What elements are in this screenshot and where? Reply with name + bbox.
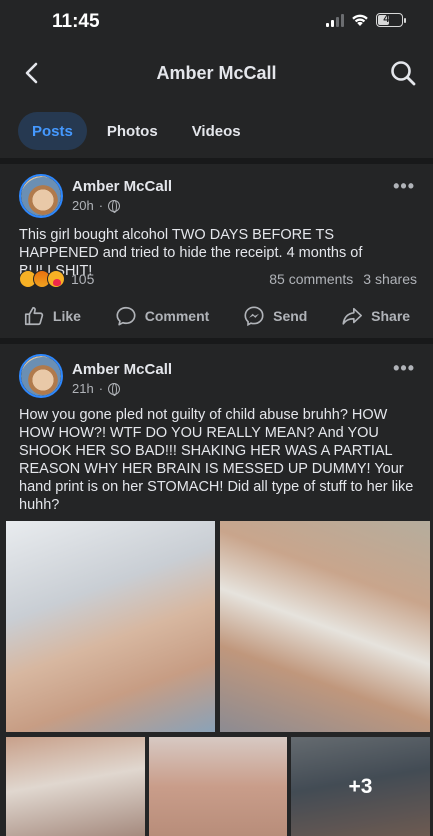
comments-count[interactable]: 85 comments: [269, 271, 353, 287]
care-reaction-icon: [47, 270, 65, 288]
post-actions: Like Comment Send Share: [0, 296, 433, 336]
shares-count[interactable]: 3 shares: [363, 271, 417, 287]
battery-icon: 43: [376, 13, 406, 27]
cellular-signal-icon: [326, 13, 344, 27]
status-bar: 11:45 43: [0, 0, 433, 46]
post: Amber McCall 20h · ••• This girl bought …: [0, 164, 433, 338]
wifi-icon: [352, 14, 368, 26]
tab-posts[interactable]: Posts: [18, 112, 87, 150]
like-button[interactable]: Like: [23, 305, 81, 327]
comment-label: Comment: [144, 308, 210, 324]
more-options-button[interactable]: •••: [393, 176, 415, 197]
reaction-summary[interactable]: 105: [19, 270, 94, 288]
post-photo[interactable]: [149, 737, 287, 836]
thumbs-up-icon: [24, 306, 44, 326]
comment-button[interactable]: Comment: [115, 305, 210, 327]
messenger-icon: [244, 306, 264, 327]
status-time: 11:45: [52, 11, 100, 32]
post-text: How you gone pled not guilty of child ab…: [19, 407, 414, 513]
search-button[interactable]: [389, 59, 417, 87]
post-meta: 21h ·: [72, 381, 121, 396]
tab-videos[interactable]: Videos: [178, 112, 255, 150]
post-stats: 85 comments 3 shares: [269, 271, 417, 287]
reaction-count: 105: [71, 271, 95, 287]
top-bar: Amber McCall: [0, 46, 433, 102]
more-options-button[interactable]: •••: [393, 358, 415, 379]
post-meta: 20h ·: [72, 198, 121, 213]
share-label: Share: [371, 308, 411, 324]
like-label: Like: [52, 308, 81, 324]
avatar[interactable]: [19, 174, 63, 218]
share-arrow-icon: [342, 307, 363, 325]
post-photo[interactable]: [6, 521, 215, 732]
search-icon: [391, 61, 416, 86]
send-button[interactable]: Send: [243, 305, 307, 327]
avatar[interactable]: [19, 354, 63, 398]
more-photos-count: +3: [291, 737, 430, 836]
profile-tabs: Posts Photos Videos: [0, 110, 433, 152]
post-time[interactable]: 21h: [72, 381, 94, 396]
post-photo[interactable]: [6, 737, 145, 836]
post-photo[interactable]: [220, 521, 430, 732]
page-title: Amber McCall: [156, 63, 277, 83]
battery-level: 43: [383, 13, 396, 25]
comment-icon: [116, 306, 136, 326]
globe-icon: [108, 382, 121, 396]
post: Amber McCall 21h · ••• How you gone pled…: [0, 344, 433, 836]
tab-photos[interactable]: Photos: [93, 112, 172, 150]
share-button[interactable]: Share: [341, 305, 410, 327]
send-label: Send: [273, 308, 308, 324]
post-time[interactable]: 20h: [72, 198, 94, 213]
post-author[interactable]: Amber McCall: [72, 361, 172, 378]
status-icons: 43: [326, 13, 406, 27]
post-photo-more[interactable]: +3: [291, 737, 430, 836]
post-author[interactable]: Amber McCall: [72, 178, 172, 195]
globe-icon: [108, 199, 121, 213]
